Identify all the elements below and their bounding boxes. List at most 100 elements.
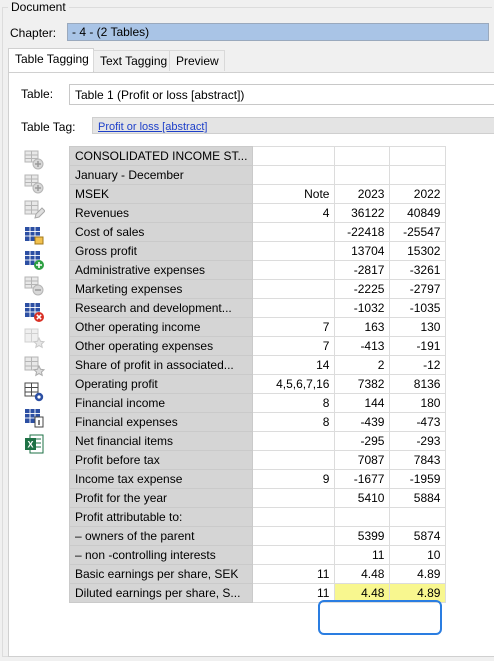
value-2023-cell[interactable]: 11: [334, 545, 391, 565]
value-2022-cell[interactable]: 5874: [389, 526, 447, 546]
table-tag-link[interactable]: Profit or loss [abstract]: [98, 121, 207, 133]
value-2022-cell[interactable]: -12: [389, 355, 447, 375]
value-2022-cell[interactable]: [389, 165, 447, 185]
row-label-cell[interactable]: – non -controlling interests: [68, 545, 254, 565]
note-cell[interactable]: [252, 507, 336, 527]
row-label-cell[interactable]: Cost of sales: [68, 222, 254, 242]
row-label-cell[interactable]: Financial income: [68, 393, 254, 413]
row-label-cell[interactable]: Share of profit in associated...: [68, 355, 254, 375]
value-2022-cell[interactable]: 40849: [389, 203, 447, 223]
note-cell[interactable]: 8: [252, 412, 336, 432]
value-2023-cell[interactable]: [334, 146, 391, 166]
row-label-cell[interactable]: Administrative expenses: [68, 260, 254, 280]
note-cell[interactable]: [252, 241, 336, 261]
row-label-cell[interactable]: – owners of the parent: [68, 526, 254, 546]
add-row-icon[interactable]: [23, 149, 45, 171]
note-cell[interactable]: [252, 222, 336, 242]
table-settings-icon[interactable]: [23, 381, 45, 403]
row-label-cell[interactable]: Basic earnings per share, SEK: [68, 564, 254, 584]
table-grid-icon[interactable]: [23, 225, 45, 247]
tag-star-icon[interactable]: [23, 327, 45, 349]
row-label-cell[interactable]: Net financial items: [68, 431, 254, 451]
insert-column-icon[interactable]: [23, 173, 45, 195]
note-cell[interactable]: 11: [252, 564, 336, 584]
row-label-cell[interactable]: Other operating income: [68, 317, 254, 337]
value-2023-cell[interactable]: 7087: [334, 450, 391, 470]
remove-row-icon[interactable]: [23, 275, 45, 297]
value-2023-cell[interactable]: 36122: [334, 203, 391, 223]
table-star-icon[interactable]: [23, 355, 45, 377]
value-2022-cell[interactable]: -473: [389, 412, 447, 432]
note-cell[interactable]: [252, 526, 336, 546]
note-cell[interactable]: [252, 260, 336, 280]
value-2023-cell[interactable]: -22418: [334, 222, 391, 242]
row-label-cell[interactable]: Profit for the year: [68, 488, 254, 508]
note-cell[interactable]: 4,5,6,7,16: [252, 374, 336, 394]
value-2023-cell[interactable]: -413: [334, 336, 391, 356]
row-label-cell[interactable]: Diluted earnings per share, S...: [68, 583, 254, 603]
note-cell[interactable]: [252, 545, 336, 565]
value-2023-cell[interactable]: 5399: [334, 526, 391, 546]
table-info-icon[interactable]: [23, 407, 45, 429]
row-label-cell[interactable]: MSEK: [68, 184, 254, 204]
value-2022-cell[interactable]: 180: [389, 393, 447, 413]
value-2023-cell[interactable]: -1032: [334, 298, 391, 318]
value-2022-cell[interactable]: 15302: [389, 241, 447, 261]
tab-table-tagging[interactable]: Table Tagging: [8, 48, 94, 73]
value-2022-cell[interactable]: -191: [389, 336, 447, 356]
row-label-cell[interactable]: January - December: [68, 165, 254, 185]
note-cell[interactable]: 9: [252, 469, 336, 489]
note-cell[interactable]: 4: [252, 203, 336, 223]
value-2023-cell[interactable]: 5410: [334, 488, 391, 508]
row-label-cell[interactable]: Financial expenses: [68, 412, 254, 432]
value-2023-cell[interactable]: -295: [334, 431, 391, 451]
note-cell[interactable]: [252, 298, 336, 318]
value-2022-cell[interactable]: -1035: [389, 298, 447, 318]
row-label-cell[interactable]: Gross profit: [68, 241, 254, 261]
row-label-cell[interactable]: Operating profit: [68, 374, 254, 394]
row-label-cell[interactable]: Marketing expenses: [68, 279, 254, 299]
row-label-cell[interactable]: Other operating expenses: [68, 336, 254, 356]
value-2023-cell[interactable]: -439: [334, 412, 391, 432]
value-2023-cell[interactable]: 4.48: [334, 564, 391, 584]
tab-text-tagging[interactable]: Text Tagging: [93, 50, 170, 71]
value-2022-cell[interactable]: 7843: [389, 450, 447, 470]
value-2022-cell[interactable]: -1959: [389, 469, 447, 489]
value-2023-cell[interactable]: 144: [334, 393, 391, 413]
excel-export-icon[interactable]: X: [23, 433, 45, 455]
value-2023-cell[interactable]: [334, 165, 391, 185]
value-2022-cell[interactable]: 2022: [389, 184, 447, 204]
value-2022-cell[interactable]: [389, 507, 447, 527]
note-cell[interactable]: 7: [252, 317, 336, 337]
note-cell[interactable]: [252, 431, 336, 451]
edit-table-icon[interactable]: [23, 199, 45, 221]
value-2023-cell[interactable]: 2023: [334, 184, 391, 204]
note-cell[interactable]: [252, 165, 336, 185]
note-cell[interactable]: Note: [252, 184, 336, 204]
value-2022-cell[interactable]: 4.89: [389, 564, 447, 584]
chapter-select[interactable]: - 4 - (2 Tables): [67, 23, 489, 41]
value-2022-cell[interactable]: -3261: [389, 260, 447, 280]
row-label-cell[interactable]: Profit attributable to:: [68, 507, 254, 527]
value-2023-cell[interactable]: 4.48: [334, 583, 391, 603]
value-2023-cell[interactable]: 7382: [334, 374, 391, 394]
note-cell[interactable]: 7: [252, 336, 336, 356]
table-select[interactable]: Table 1 (Profit or loss [abstract]): [69, 84, 494, 105]
value-2022-cell[interactable]: 5884: [389, 488, 447, 508]
value-2022-cell[interactable]: 10: [389, 545, 447, 565]
row-label-cell[interactable]: CONSOLIDATED INCOME ST...: [68, 146, 254, 166]
row-label-cell[interactable]: Profit before tax: [68, 450, 254, 470]
note-cell[interactable]: [252, 450, 336, 470]
value-2022-cell[interactable]: 4.89: [389, 583, 447, 603]
value-2022-cell[interactable]: -293: [389, 431, 447, 451]
value-2022-cell[interactable]: 130: [389, 317, 447, 337]
value-2023-cell[interactable]: 13704: [334, 241, 391, 261]
note-cell[interactable]: 11: [252, 583, 336, 603]
value-2023-cell[interactable]: 163: [334, 317, 391, 337]
row-label-cell[interactable]: Revenues: [68, 203, 254, 223]
delete-table-icon[interactable]: [23, 301, 45, 323]
value-2022-cell[interactable]: -2797: [389, 279, 447, 299]
note-cell[interactable]: 8: [252, 393, 336, 413]
row-label-cell[interactable]: Income tax expense: [68, 469, 254, 489]
value-2023-cell[interactable]: 2: [334, 355, 391, 375]
